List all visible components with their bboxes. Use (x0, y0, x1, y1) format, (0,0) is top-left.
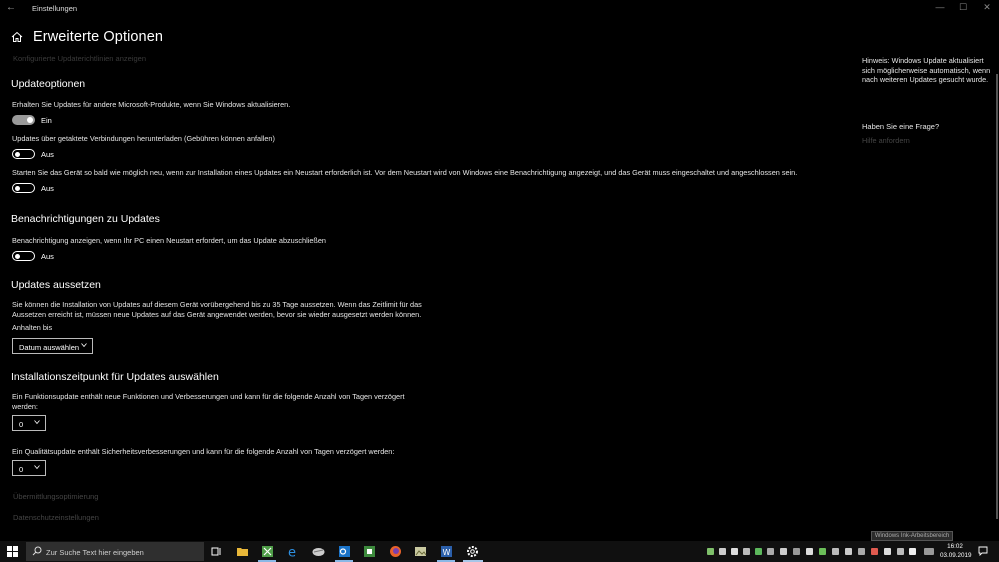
firefox-icon[interactable] (388, 544, 403, 559)
title-bar: ← Einstellungen — ☐ ✕ (0, 0, 999, 18)
restart-notification-label: Benachrichtigung anzeigen, wenn Ihr PC e… (12, 236, 326, 245)
mail-app-icon[interactable] (311, 544, 326, 559)
project-app-icon[interactable] (362, 544, 377, 559)
pause-description-line2: Aussetzen erreicht ist, müssen neue Upda… (12, 309, 422, 319)
privacy-settings-link[interactable]: Datenschutzeinstellungen (13, 513, 99, 522)
tray-cloud-icon[interactable] (731, 548, 738, 555)
install-time-heading: Installationszeitpunkt für Updates auswä… (11, 371, 219, 383)
edge-icon[interactable]: e (286, 544, 301, 560)
tray-app-icon[interactable] (755, 548, 762, 555)
tray-app-icon[interactable] (884, 548, 891, 555)
quality-update-label: Ein Qualitätsupdate enthält Sicherheitsv… (12, 447, 395, 456)
tray-cloud-icon[interactable] (743, 548, 750, 555)
pause-date-value: Datum auswählen (19, 343, 80, 352)
maximize-button[interactable]: ☐ (956, 2, 970, 13)
search-icon (32, 546, 42, 556)
spreadsheet-app-icon[interactable] (260, 544, 275, 559)
metered-connection-state: Aus (41, 150, 54, 159)
get-help-link[interactable]: Hilfe anfordern (862, 136, 910, 145)
pause-until-label: Anhalten bis (12, 323, 53, 332)
chevron-down-icon (34, 420, 40, 425)
tray-app-icon[interactable] (897, 548, 904, 555)
search-placeholder: Zur Suche Text hier eingeben (46, 547, 144, 557)
scrollbar[interactable] (996, 74, 998, 519)
tray-app-icon[interactable] (780, 548, 787, 555)
windows-ink-icon[interactable] (909, 548, 916, 555)
home-icon[interactable] (11, 31, 23, 43)
taskbar: Zur Suche Text hier eingeben e W (0, 541, 999, 562)
photos-app-icon[interactable] (413, 544, 428, 559)
feature-update-label-line2: werden: (12, 401, 38, 411)
chevron-down-icon (34, 465, 40, 470)
feature-update-days-dropdown[interactable]: 0 (12, 415, 46, 431)
window-title: Einstellungen (32, 4, 78, 13)
other-products-label: Erhalten Sie Updates für andere Microsof… (12, 100, 291, 109)
svg-text:W: W (443, 548, 451, 557)
clock-time: 16:02 (947, 543, 963, 550)
windows-ink-tooltip: Windows Ink-Arbeitsbereich (871, 531, 953, 541)
restart-notification-toggle[interactable] (12, 251, 35, 261)
tray-network-icon[interactable] (719, 548, 726, 555)
pause-description-line1: Sie können die Installation von Updates … (12, 300, 422, 309)
tray-app-icon[interactable] (793, 548, 800, 555)
question-heading: Haben Sie eine Frage? (862, 122, 940, 131)
tray-app-icon[interactable] (871, 548, 878, 555)
chevron-down-icon (81, 343, 87, 348)
tray-sync-icon[interactable] (707, 548, 714, 555)
configured-policies-link[interactable]: Konfigurierte Updaterichtlinien anzeigen (13, 54, 146, 63)
restart-asap-state: Aus (41, 184, 54, 193)
quality-update-days-value: 0 (19, 465, 24, 474)
tray-app-icon[interactable] (845, 548, 852, 555)
delivery-optimization-link[interactable]: Übermittlungsoptimierung (13, 492, 98, 501)
update-hint-text: Hinweis: Windows Update aktualisiert sic… (862, 56, 991, 85)
tray-app-icon[interactable] (858, 548, 865, 555)
restart-asap-toggle[interactable] (12, 183, 35, 193)
restart-asap-label: Starten Sie das Gerät so bald wie möglic… (12, 168, 798, 177)
minimize-button[interactable]: — (933, 2, 947, 12)
settings-icon[interactable] (465, 544, 480, 559)
file-explorer-icon[interactable] (235, 544, 250, 559)
restart-notification-state: Aus (41, 252, 54, 261)
task-view-icon[interactable] (209, 544, 224, 559)
other-products-state: Ein (41, 116, 52, 125)
tray-app-icon[interactable] (819, 548, 826, 555)
close-button[interactable]: ✕ (980, 2, 994, 13)
tray-app-icon[interactable] (806, 548, 813, 555)
pause-date-dropdown[interactable]: Datum auswählen (12, 338, 93, 354)
windows-start-icon[interactable] (7, 546, 18, 557)
taskbar-search-box[interactable]: Zur Suche Text hier eingeben (26, 542, 204, 561)
pause-updates-heading: Updates aussetzen (11, 279, 101, 291)
metered-connection-toggle[interactable] (12, 149, 35, 159)
svg-text:e: e (288, 546, 296, 560)
tray-app-icon[interactable] (767, 548, 774, 555)
feature-update-days-value: 0 (19, 420, 24, 429)
metered-connection-label: Updates über getaktete Verbindungen heru… (12, 134, 275, 143)
keyboard-icon[interactable] (924, 548, 934, 555)
feature-update-label-line1: Ein Funktionsupdate enthält neue Funktio… (12, 392, 405, 401)
taskbar-clock[interactable]: 16:02 03.09.2019 (940, 543, 972, 560)
notifications-heading: Benachrichtigungen zu Updates (11, 213, 160, 225)
word-icon[interactable]: W (439, 544, 454, 559)
tray-app-icon[interactable] (832, 548, 839, 555)
update-options-heading: Updateoptionen (11, 78, 86, 90)
clock-date: 03.09.2019 (940, 551, 972, 559)
notification-center-icon[interactable] (978, 546, 988, 556)
other-products-toggle[interactable] (12, 115, 35, 125)
page-title: Erweiterte Optionen (33, 29, 164, 45)
quality-update-days-dropdown[interactable]: 0 (12, 460, 46, 476)
back-arrow-icon[interactable]: ← (6, 2, 16, 13)
outlook-icon[interactable] (337, 544, 352, 559)
